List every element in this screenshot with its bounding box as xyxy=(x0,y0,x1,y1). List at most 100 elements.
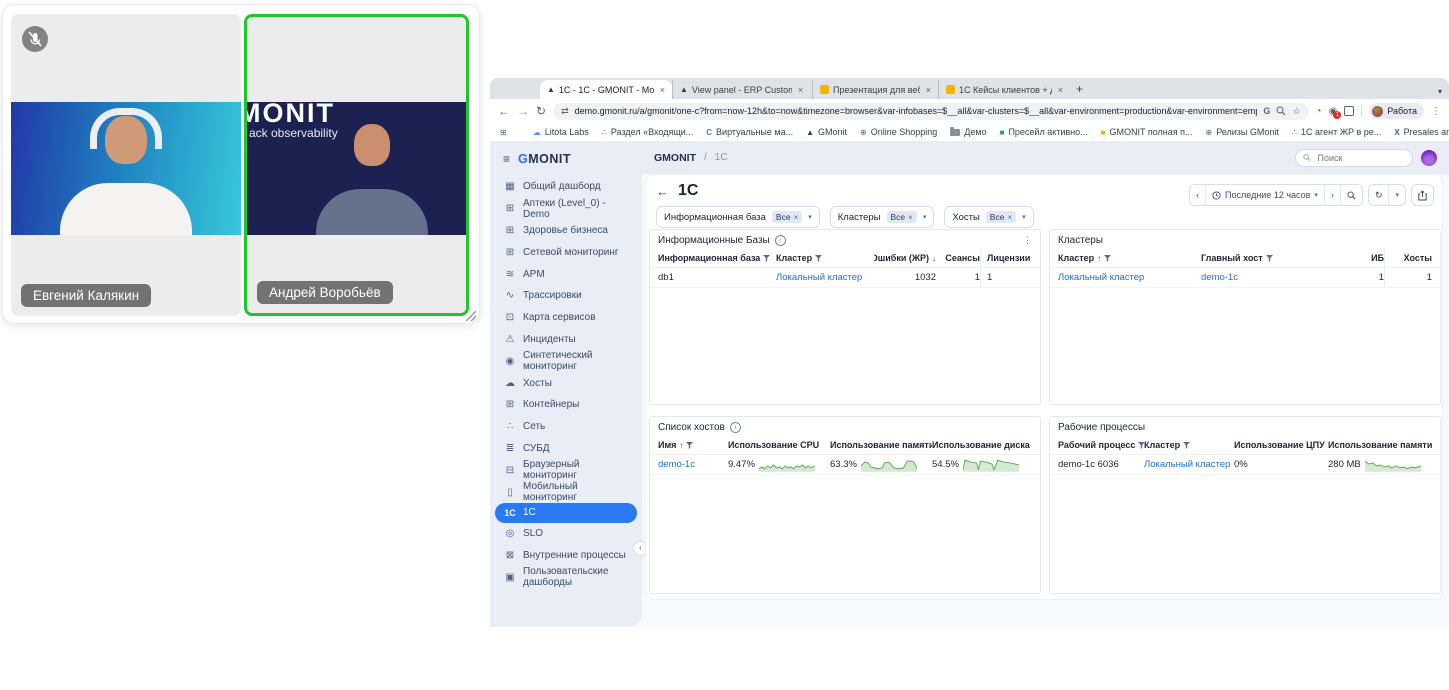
sidebar-item-user-dashboards[interactable]: ▣Пользовательские дашборды xyxy=(490,567,642,589)
column-header[interactable]: Использование ЦПУ xyxy=(1234,440,1328,450)
bookmark-item[interactable]: XPresales and Impl... xyxy=(1394,127,1449,137)
filter-chip[interactable]: Все× xyxy=(887,211,917,223)
filter-chip[interactable]: Все× xyxy=(986,211,1016,223)
panel-header[interactable]: Кластеры xyxy=(1050,230,1440,249)
bookmark-item[interactable]: Демо xyxy=(950,127,986,137)
sidebar-item-mobile-monitoring[interactable]: ▯Мобильный мониторинг xyxy=(490,481,642,503)
info-icon[interactable]: i xyxy=(730,422,741,433)
refresh-button[interactable]: ↻ xyxy=(1369,185,1389,205)
column-header[interactable]: Лицензии xyxy=(980,249,1032,267)
host-link[interactable]: demo-1c xyxy=(1201,272,1344,283)
sidebar-item-pharmacies[interactable]: ⊞Аптеки (Level_0) - Demo xyxy=(490,198,642,220)
user-avatar[interactable] xyxy=(1421,150,1437,166)
time-shift-forward-button[interactable]: › xyxy=(1324,185,1340,205)
tab-close-icon[interactable]: × xyxy=(1056,85,1063,95)
bookmark-item[interactable]: ☁Litota Labs xyxy=(533,127,589,137)
column-header[interactable]: Использование памяти↓ xyxy=(1328,440,1432,450)
sidebar-item-apm[interactable]: ≋APM xyxy=(490,263,642,285)
bookmark-item[interactable]: ⊕Релизы GMonit xyxy=(1206,127,1279,137)
site-info-icon[interactable]: ⇄ xyxy=(561,106,569,117)
breadcrumb-root[interactable]: GMONIT xyxy=(654,152,696,164)
column-header[interactable]: Рабочий процесс xyxy=(1058,440,1144,450)
bookmark-item[interactable]: CВиртуальные ма... xyxy=(706,127,793,137)
bookmark-item[interactable]: ⊕Online Shopping xyxy=(860,127,937,137)
sidebar-item-common-dashboard[interactable]: ▦Общий дашборд xyxy=(490,176,642,198)
browser-tab[interactable]: ▲ View panel - ERP Custom Da × xyxy=(672,80,812,99)
column-header[interactable]: Использование памяти xyxy=(830,440,932,450)
extension-icon-with-badge[interactable]: ◉ 1 xyxy=(1329,106,1338,117)
window-resize-handle[interactable] xyxy=(466,311,476,321)
reload-button[interactable]: ↻ xyxy=(536,104,546,118)
host-link[interactable]: demo-1c xyxy=(658,459,728,470)
filter-funnel-icon[interactable] xyxy=(763,255,770,262)
column-header[interactable]: Хосты xyxy=(1384,249,1432,267)
remove-icon[interactable]: × xyxy=(794,213,799,222)
forward-button[interactable]: → xyxy=(517,104,529,118)
search-input[interactable] xyxy=(1316,152,1405,164)
new-tab-button[interactable]: + xyxy=(1076,82,1083,96)
filter-funnel-icon[interactable] xyxy=(815,255,822,262)
time-shift-back-button[interactable]: ‹ xyxy=(1190,185,1205,205)
tab-close-icon[interactable]: × xyxy=(658,85,665,95)
panel-menu-icon[interactable]: ⋮ xyxy=(1023,235,1032,246)
back-button[interactable]: ← xyxy=(498,104,510,118)
column-header[interactable]: Использование диска xyxy=(932,440,1032,450)
column-header[interactable]: Информационная база xyxy=(658,253,776,263)
sidebar-item-dbms[interactable]: ≣СУБД xyxy=(490,438,642,460)
browser-tab-active[interactable]: ▲ 1С - 1С - GMONIT - More app × xyxy=(540,80,672,99)
filter-funnel-icon[interactable] xyxy=(1183,442,1190,449)
sidebar-item-incidents[interactable]: ⚠Инциденты xyxy=(490,329,642,351)
cluster-link[interactable]: Локальный кластер xyxy=(776,272,874,283)
column-header[interactable]: Кластер xyxy=(776,253,874,263)
column-header[interactable]: Кластер xyxy=(1144,440,1234,450)
remove-icon[interactable]: × xyxy=(908,213,913,222)
column-header[interactable]: ИБ xyxy=(1344,253,1384,263)
sidebar-item-business-health[interactable]: ⊞Здоровье бизнеса xyxy=(490,220,642,242)
filter-funnel-icon[interactable] xyxy=(1266,255,1273,262)
back-arrow-icon[interactable]: ← xyxy=(656,184,669,199)
chevron-down-icon[interactable]: ▾ xyxy=(808,213,812,221)
bookmark-item[interactable]: ■GMONIT полная п... xyxy=(1101,127,1193,137)
filter-hosts[interactable]: Хосты Все× ▾ xyxy=(944,206,1033,228)
column-header[interactable]: Использование CPU xyxy=(728,440,830,450)
chevron-down-icon[interactable]: ▾ xyxy=(1022,213,1026,221)
filter-infobase[interactable]: Информационная база Все× ▾ xyxy=(656,206,820,228)
browser-tab[interactable]: Презентация для вебинара × xyxy=(812,80,938,99)
column-header[interactable]: Имя↑ xyxy=(658,440,728,450)
cluster-link[interactable]: Локальный кластер xyxy=(1144,459,1234,470)
column-header[interactable]: Главный хост xyxy=(1201,253,1344,263)
sidebar-item-hosts[interactable]: ☁Хосты xyxy=(490,372,642,394)
tab-search-chevron-icon[interactable]: ▾ xyxy=(1438,87,1442,96)
translate-icon[interactable]: G xyxy=(1263,106,1270,116)
filter-funnel-icon[interactable] xyxy=(1104,255,1111,262)
sidebar-item-network[interactable]: ∴Сеть xyxy=(490,416,642,438)
bookmark-item[interactable]: ■Пресейл активно... xyxy=(1000,127,1088,137)
time-zoom-out-button[interactable] xyxy=(1340,185,1362,205)
cluster-link[interactable]: Локальный кластер xyxy=(1058,272,1201,283)
browser-menu-icon[interactable]: ⋮ xyxy=(1431,106,1441,117)
apps-grid-icon[interactable]: ⊞ xyxy=(500,128,507,137)
tab-close-icon[interactable]: × xyxy=(796,85,803,95)
bookmark-item[interactable]: ∴Раздел «Входящи... xyxy=(602,127,694,137)
column-header[interactable]: Сеансы xyxy=(936,253,980,263)
bookmark-star-icon[interactable]: ☆ xyxy=(1292,106,1300,117)
sidebar-item-1c-active[interactable]: 1С1С xyxy=(495,503,637,523)
browser-tab[interactable]: 1С Кейсы клиентов + доп. с × xyxy=(938,80,1070,99)
sidebar-item-synthetic-monitoring[interactable]: ◉Синтетический мониторинг xyxy=(490,350,642,372)
filter-chip[interactable]: Все× xyxy=(772,211,802,223)
global-search[interactable] xyxy=(1295,149,1413,167)
search-this-page-icon[interactable] xyxy=(1276,106,1286,116)
column-header[interactable]: Кластер↑ xyxy=(1058,253,1201,263)
sidebar-item-service-map[interactable]: ⊡Карта сервисов xyxy=(490,307,642,329)
extensions-puzzle-icon[interactable] xyxy=(1344,106,1354,116)
filter-funnel-icon[interactable] xyxy=(686,442,693,449)
panel-header[interactable]: Рабочие процессы xyxy=(1050,417,1440,436)
sidebar-item-slo[interactable]: ◎SLO xyxy=(490,523,642,545)
extension-icon[interactable]: ◔ xyxy=(1316,106,1322,117)
panel-header[interactable]: Список хостов i xyxy=(650,417,1040,436)
sidebar-item-traces[interactable]: ∿Трассировки xyxy=(490,285,642,307)
sidebar-item-internal-processes[interactable]: ⊠Внутренние процессы xyxy=(490,545,642,567)
refresh-interval-chevron[interactable]: ▾ xyxy=(1388,185,1405,205)
hamburger-menu-icon[interactable]: ≡ xyxy=(503,152,510,166)
profile-chip[interactable]: Работа xyxy=(1369,103,1424,119)
